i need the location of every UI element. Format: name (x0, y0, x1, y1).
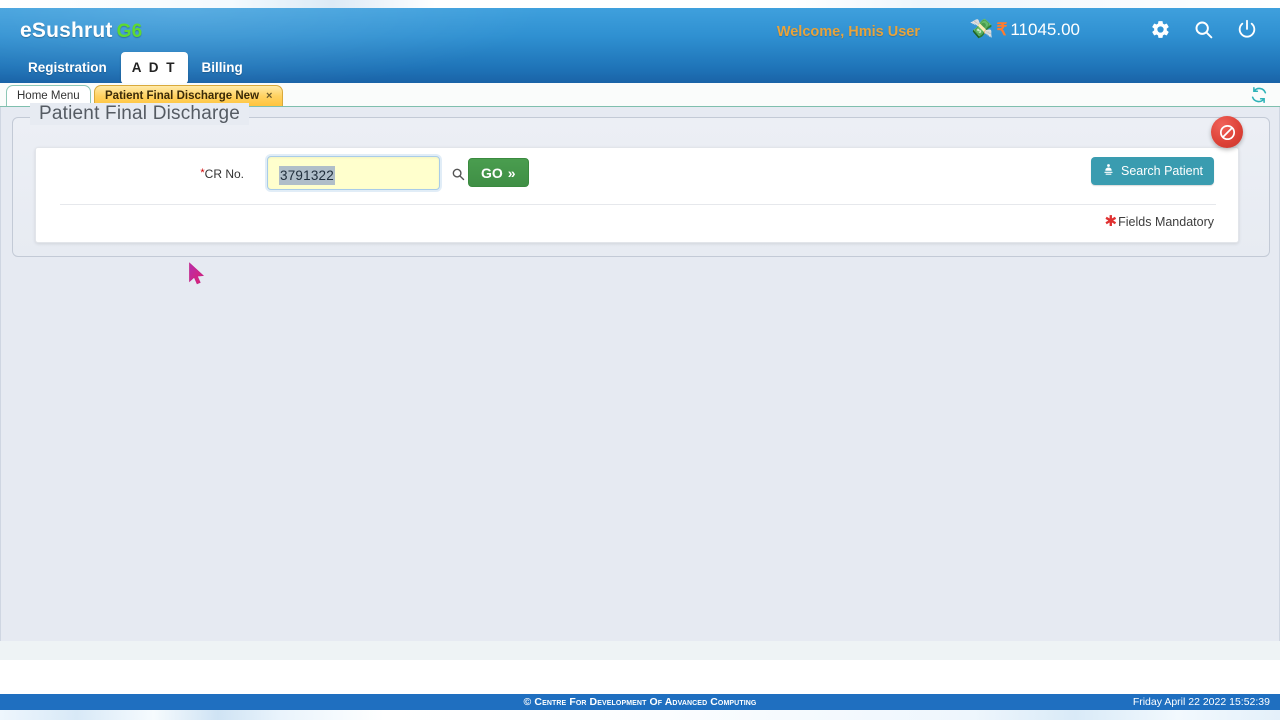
go-button-label: GO (481, 164, 503, 181)
brand-suffix: G6 (116, 21, 143, 42)
nav-item-registration[interactable]: Registration (14, 54, 121, 82)
wallet-balance: 💸 ₹ 11045.00 (970, 20, 1080, 39)
refresh-icon[interactable] (1250, 86, 1268, 109)
chevron-right-icon: » (507, 164, 516, 181)
card-divider (60, 204, 1216, 205)
page-canvas: Patient Final Discharge *CR No. 3791322 … (0, 103, 1280, 641)
go-button[interactable]: GO » (468, 158, 529, 187)
app-brand: eSushrut G6 (20, 19, 142, 43)
nav-item-billing[interactable]: Billing (188, 54, 257, 82)
patient-search-icon (1102, 163, 1115, 179)
money-icon: 💸 (969, 19, 994, 40)
balance-amount: 11045.00 (1010, 20, 1080, 39)
tab-home-menu-label: Home Menu (17, 90, 80, 102)
search-card: *CR No. 3791322 GO » Search Patient ✱ Fi… (35, 147, 1239, 243)
search-patient-button-label: Search Patient (1121, 164, 1203, 178)
desktop-wallpaper-bottom (0, 710, 1280, 720)
power-icon[interactable] (1236, 18, 1258, 45)
search-row: *CR No. 3791322 GO » Search Patient (36, 148, 1238, 204)
magnifier-icon[interactable] (451, 167, 465, 186)
close-icon[interactable]: × (266, 90, 272, 102)
cr-no-label: *CR No. (196, 167, 244, 181)
app-footer: © Centre For Development Of Advanced Com… (0, 694, 1280, 710)
welcome-message: Welcome, Hmis User (776, 24, 920, 40)
main-nav: Registration A D T Billing (14, 52, 257, 84)
block-button[interactable] (1211, 116, 1243, 148)
page-title: Patient Final Discharge (30, 103, 250, 125)
gear-icon[interactable] (1150, 19, 1171, 45)
header-icon-group (1150, 18, 1258, 45)
footer-timestamp: Friday April 22 2022 15:52:39 (1132, 696, 1270, 708)
page-bottom-gap (0, 660, 1280, 694)
brand-name: eSushrut (20, 19, 113, 42)
fields-mandatory-text: Fields Mandatory (1118, 214, 1214, 229)
app-header: eSushrut G6 Registration A D T Billing We… (0, 8, 1280, 84)
tab-patient-final-discharge-new-label: Patient Final Discharge New (105, 90, 260, 102)
fields-mandatory-note: ✱ Fields Mandatory (1105, 214, 1214, 229)
search-patient-button[interactable]: Search Patient (1091, 157, 1214, 185)
cr-no-input[interactable] (267, 156, 440, 190)
asterisk-icon: ✱ (1104, 213, 1118, 230)
rupee-symbol: ₹ (996, 20, 1008, 39)
nav-item-adt[interactable]: A D T (120, 52, 188, 84)
desktop-wallpaper-top (0, 0, 1280, 8)
copyright-text: © Centre For Development Of Advanced Com… (523, 696, 757, 708)
patient-final-discharge-panel: Patient Final Discharge *CR No. 3791322 … (12, 103, 1270, 257)
search-icon[interactable] (1193, 19, 1214, 45)
canvas-bottom-strip (0, 641, 1280, 660)
cr-no-label-text: CR No. (204, 167, 244, 181)
